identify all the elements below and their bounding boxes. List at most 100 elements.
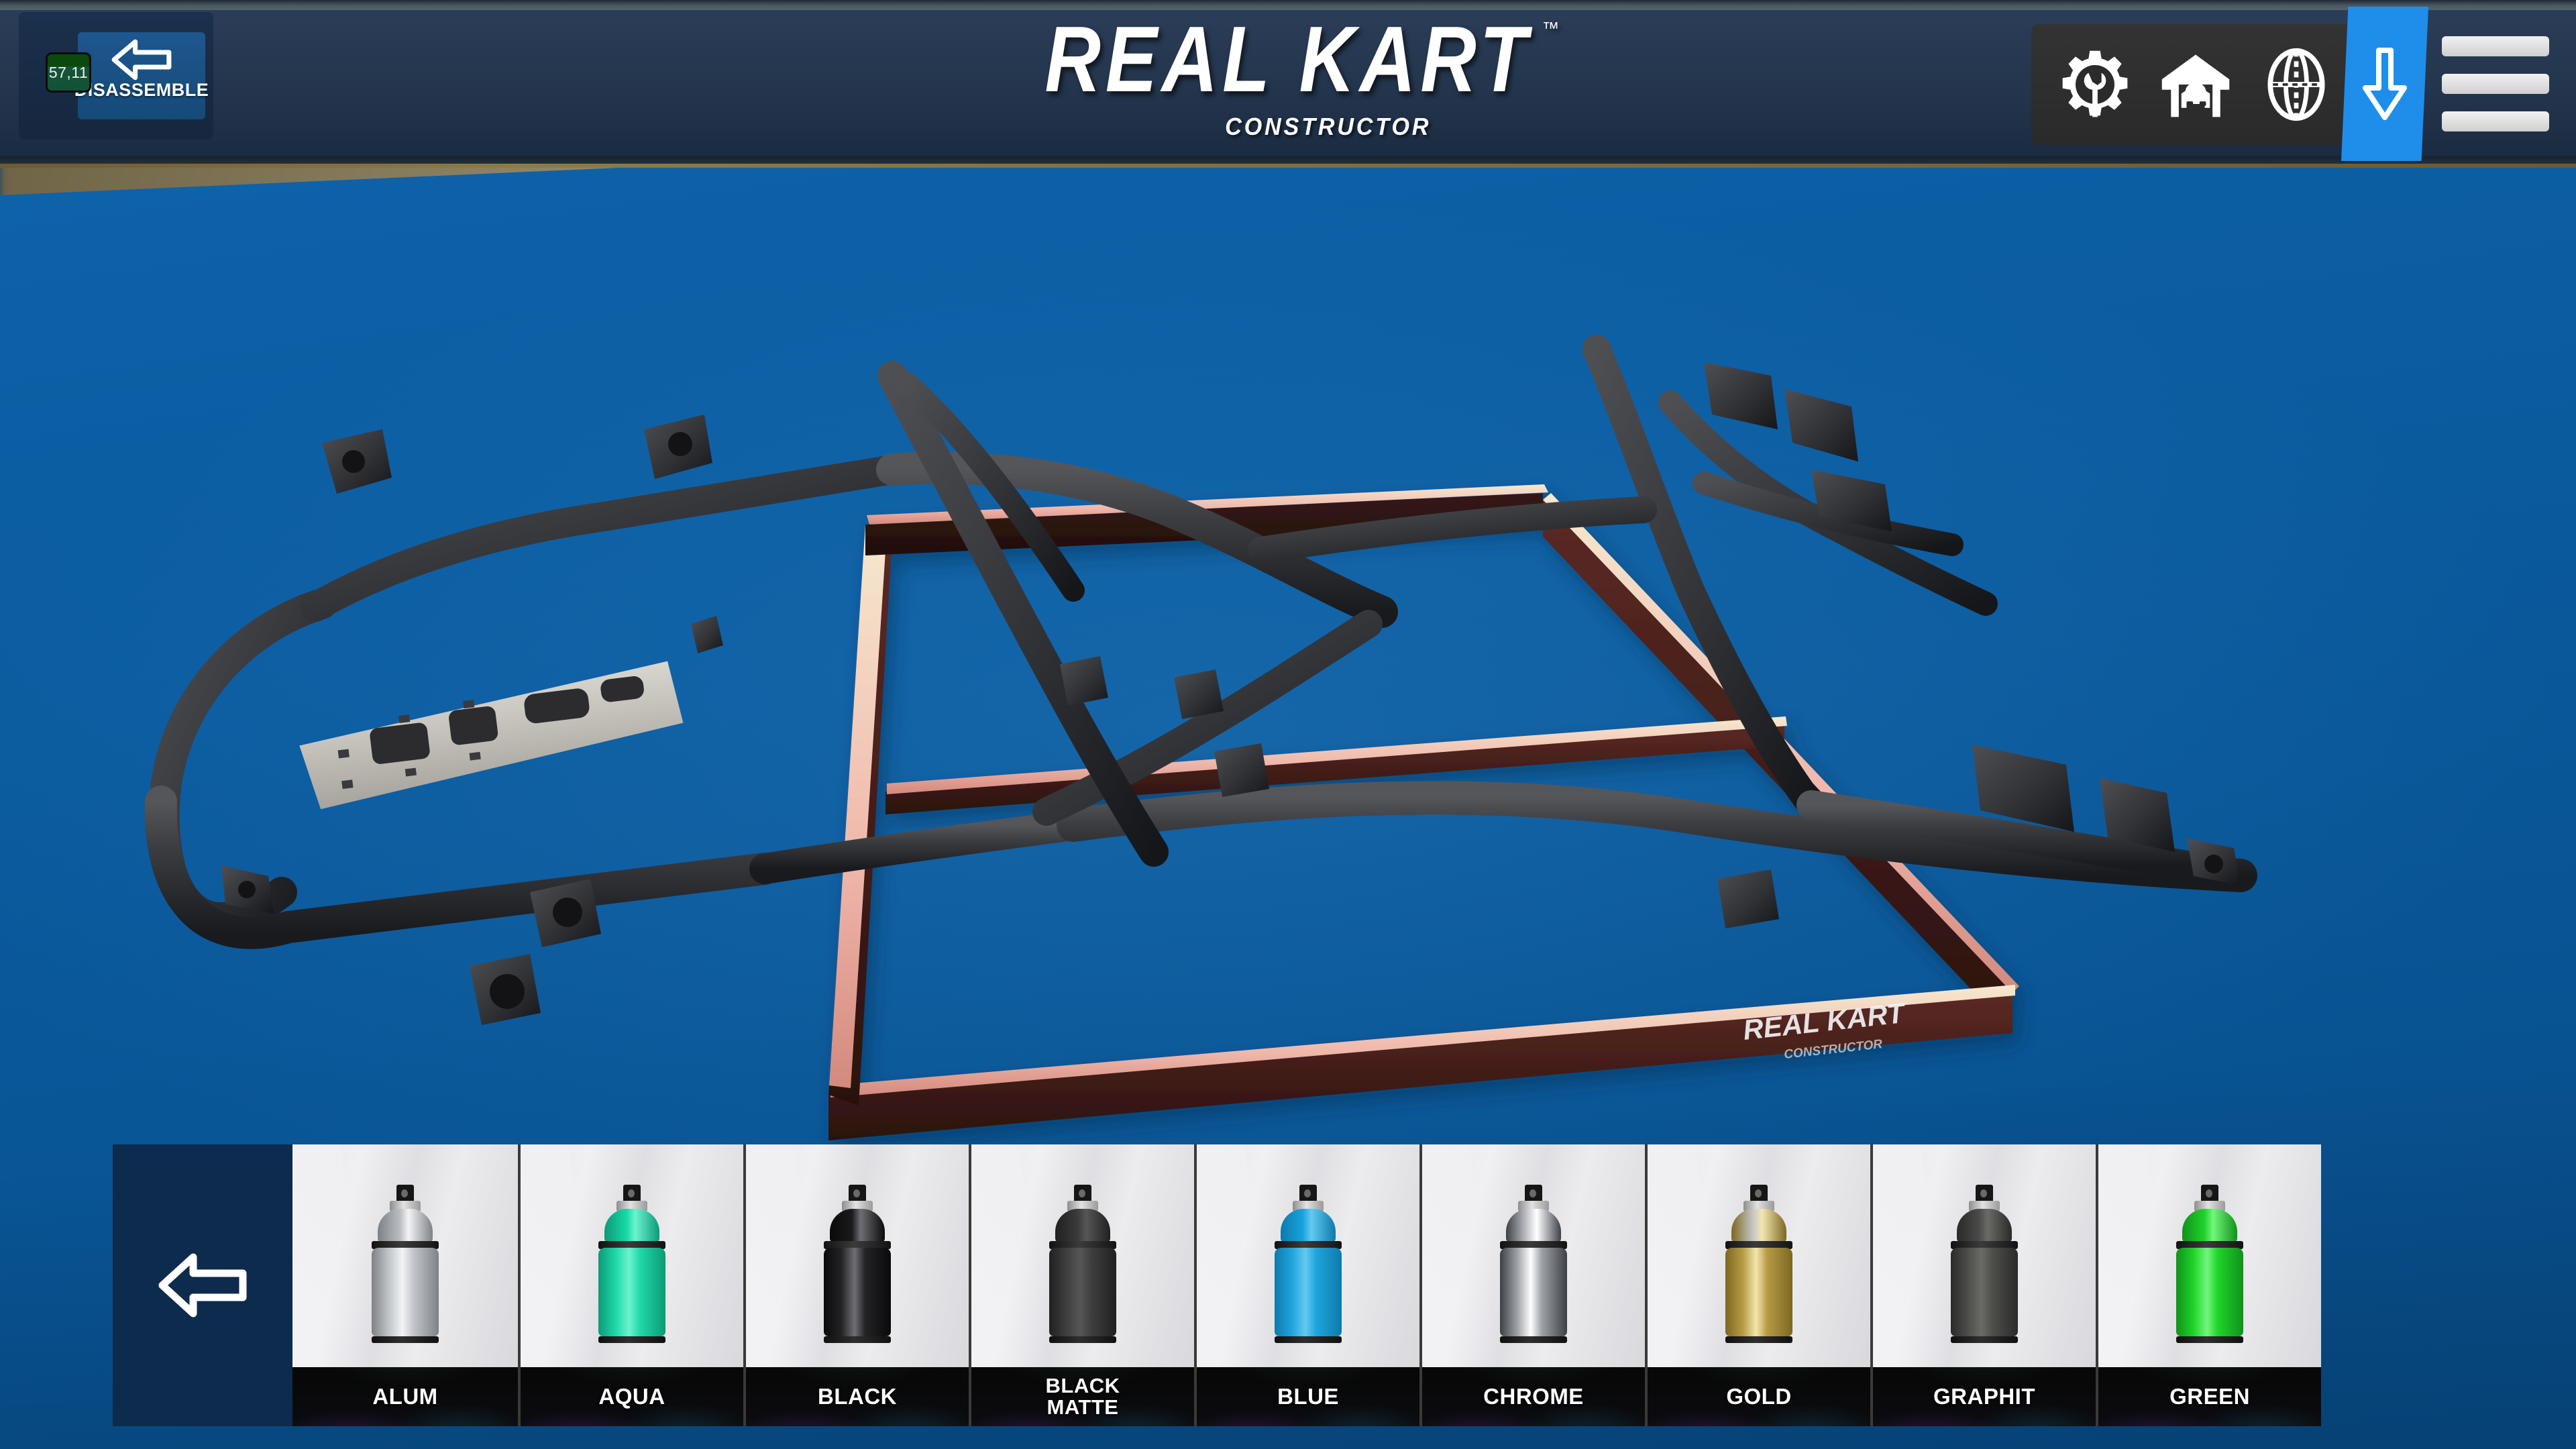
paint-swatch-label-text: ALUM xyxy=(372,1384,438,1409)
download-arrow-icon xyxy=(2363,48,2407,120)
spray-can-icon xyxy=(2174,1185,2246,1344)
spray-cap xyxy=(1281,1209,1336,1243)
painting-selector-bar: ALUM AQUA BLACK BLACK MATTE BLUE CHROME GOLD GRA… xyxy=(113,1144,2321,1426)
download-button[interactable] xyxy=(2341,7,2428,161)
paint-swatch-label: BLACK xyxy=(746,1367,969,1426)
back-arrow-icon xyxy=(158,1253,247,1318)
spray-body xyxy=(2176,1248,2243,1337)
track-button[interactable] xyxy=(2249,34,2344,135)
tuning-button[interactable] xyxy=(2047,34,2143,135)
paint-swatch-thumbnail xyxy=(1422,1144,1645,1367)
logo-subtitle: CONSTRUCTOR xyxy=(1225,112,1432,140)
spray-nozzle xyxy=(1750,1185,1768,1203)
paint-swatch-blue[interactable]: BLUE xyxy=(1194,1144,1419,1426)
spray-cap xyxy=(1957,1209,2012,1243)
paint-swatch-thumbnail xyxy=(1873,1144,2096,1367)
logo-title: REAL KART ™ xyxy=(1044,11,1559,109)
paint-swatch-label: AQUA xyxy=(521,1367,743,1426)
spray-cap xyxy=(2182,1209,2237,1243)
spray-can-icon xyxy=(596,1185,668,1344)
paint-swatch-label: GOLD xyxy=(1648,1367,1870,1426)
paint-swatch-label: BLUE xyxy=(1197,1367,1419,1426)
paint-swatch-thumbnail xyxy=(2098,1144,2321,1367)
logo-title-text: REAL KART xyxy=(1044,7,1532,112)
hamburger-line-1 xyxy=(2442,36,2549,56)
header-bevel xyxy=(0,156,2576,164)
top-header-bar: DISASSEMBLE 57,11 REAL KART ™ CONSTRUCTO… xyxy=(0,0,2576,168)
paint-swatch-label-text: BLACK MATTE xyxy=(1045,1374,1120,1419)
hamburger-line-3 xyxy=(2442,111,2549,131)
spray-base xyxy=(824,1336,891,1344)
spray-body xyxy=(598,1248,665,1337)
trademark-symbol: ™ xyxy=(1542,17,1559,38)
painting-back-button[interactable] xyxy=(113,1144,292,1426)
spray-nozzle xyxy=(1525,1185,1542,1203)
left-arrow-icon xyxy=(111,39,172,80)
header-icon-group xyxy=(2031,24,2360,145)
spray-base xyxy=(1725,1336,1792,1344)
paint-swatch-thumbnail xyxy=(292,1144,518,1367)
spray-can-icon xyxy=(369,1185,441,1344)
paint-swatch-chrome[interactable]: CHROME xyxy=(1419,1144,1645,1426)
paint-swatch-graphit[interactable]: GRAPHIT xyxy=(1870,1144,2096,1426)
paint-swatch-thumbnail xyxy=(1648,1144,1870,1367)
paint-swatch-label-text: AQUA xyxy=(598,1384,665,1409)
spray-nozzle xyxy=(2201,1185,2218,1203)
paint-swatch-label: ALUM xyxy=(292,1367,518,1426)
mounting-plate xyxy=(299,661,684,810)
paint-swatch-thumbnail xyxy=(521,1144,743,1367)
spray-cap xyxy=(604,1209,659,1243)
paint-swatch-gold[interactable]: GOLD xyxy=(1645,1144,1870,1426)
spray-body xyxy=(824,1248,891,1337)
spray-base xyxy=(598,1336,665,1344)
spray-cap xyxy=(378,1209,433,1243)
spray-base xyxy=(2176,1336,2243,1344)
spray-body xyxy=(1725,1248,1792,1337)
spray-cap xyxy=(830,1209,885,1243)
spray-can-icon xyxy=(1272,1185,1344,1344)
paint-swatch-label-text: BLUE xyxy=(1277,1384,1339,1409)
badge-value: 57,11 xyxy=(48,63,89,81)
spray-body xyxy=(1951,1248,2018,1337)
spray-nozzle xyxy=(1299,1185,1317,1203)
paint-swatch-label: GRAPHIT xyxy=(1873,1367,2096,1426)
disassemble-panel: DISASSEMBLE 57,11 xyxy=(19,12,213,140)
spray-can-icon xyxy=(821,1185,894,1344)
spray-nozzle xyxy=(623,1185,641,1203)
paint-swatch-black-matte[interactable]: BLACK MATTE xyxy=(969,1144,1194,1426)
garage-button[interactable] xyxy=(2148,34,2243,135)
spray-body xyxy=(1500,1248,1567,1337)
spray-base xyxy=(1500,1336,1567,1344)
paint-swatch-label: BLACK MATTE xyxy=(971,1367,1194,1426)
disassemble-cost-badge: 57,11 xyxy=(46,52,91,93)
spray-base xyxy=(1951,1336,2018,1344)
disassemble-button[interactable]: DISASSEMBLE xyxy=(74,32,209,119)
paint-swatch-black[interactable]: BLACK xyxy=(743,1144,969,1426)
paint-swatch-list: ALUM AQUA BLACK BLACK MATTE BLUE CHROME GOLD GRA… xyxy=(292,1144,2321,1426)
paint-swatch-thumbnail xyxy=(746,1144,969,1367)
spray-can-icon xyxy=(1723,1185,1795,1344)
paint-swatch-label-text: GREEN xyxy=(2169,1384,2250,1409)
paint-swatch-label-text: GRAPHIT xyxy=(1933,1384,2035,1409)
spray-nozzle xyxy=(1976,1185,1993,1203)
garage-car-icon xyxy=(2161,54,2230,117)
paint-swatch-green[interactable]: GREEN xyxy=(2096,1144,2321,1426)
spray-cap xyxy=(1506,1209,1561,1243)
menu-button[interactable] xyxy=(2442,27,2549,141)
paint-swatch-thumbnail xyxy=(1197,1144,1419,1367)
gear-wrench-icon xyxy=(2062,50,2128,117)
spray-nozzle xyxy=(1074,1185,1091,1203)
hamburger-line-2 xyxy=(2442,74,2549,94)
game-screen: REAL KART CONSTRUCTOR DISASSEMBLE 57,11 … xyxy=(0,0,2576,1449)
spray-base xyxy=(1275,1336,1342,1344)
disassemble-label: DISASSEMBLE xyxy=(74,80,209,100)
spray-cap xyxy=(1055,1209,1110,1243)
paint-swatch-label-text: GOLD xyxy=(1726,1384,1792,1409)
spray-can-icon xyxy=(1497,1185,1570,1344)
paint-swatch-aqua[interactable]: AQUA xyxy=(518,1144,743,1426)
chassis-tubes xyxy=(144,335,2257,949)
paint-swatch-label: CHROME xyxy=(1422,1367,1645,1426)
spray-base xyxy=(1049,1336,1116,1344)
paint-swatch-alum[interactable]: ALUM xyxy=(292,1144,518,1426)
spray-cap xyxy=(1731,1209,1786,1243)
